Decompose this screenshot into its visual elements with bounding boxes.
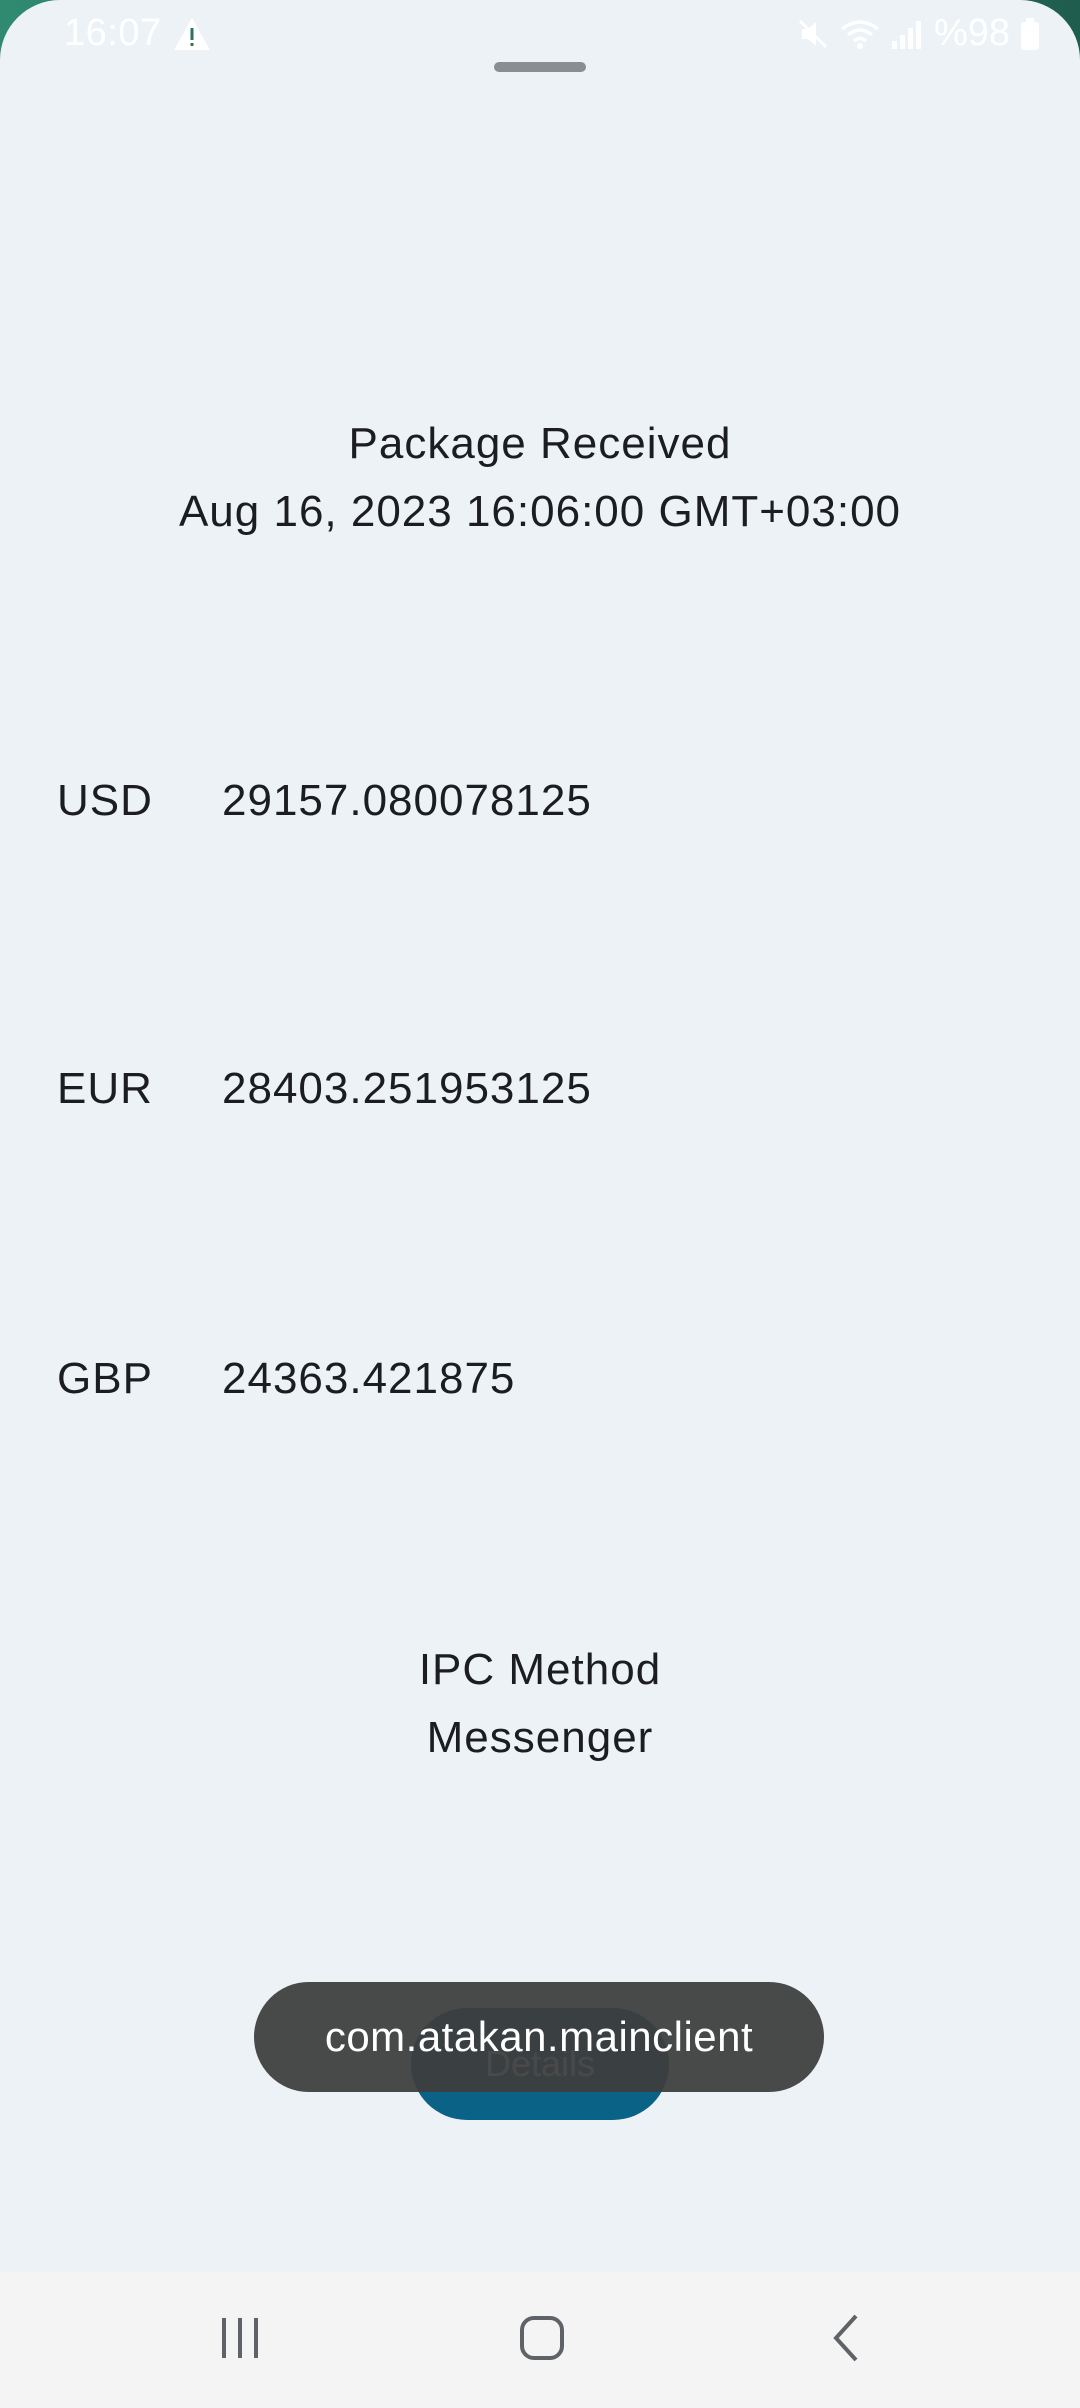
status-bar: 16:07 %98 (0, 0, 1080, 70)
wifi-icon (840, 17, 880, 51)
home-button[interactable] (482, 2300, 602, 2380)
bottom-sheet: Package Received Aug 16, 2023 16:06:00 G… (0, 0, 1080, 2272)
toast-message: com.atakan.mainclient (254, 1982, 824, 2092)
ipc-label: IPC Method (418, 1645, 662, 1694)
recent-apps-button[interactable] (180, 2300, 300, 2380)
toast-text: com.atakan.mainclient (324, 2013, 754, 2060)
rate-row-eur: EUR 28403.251953125 (57, 1064, 592, 1114)
ipc-info: IPC Method Messenger (0, 1636, 1080, 1772)
currency-code: EUR (57, 1064, 153, 1113)
signal-icon (890, 17, 924, 51)
home-icon (518, 2314, 566, 2367)
currency-code: USD (57, 776, 153, 825)
back-button[interactable] (786, 2300, 906, 2380)
currency-value: 29157.080078125 (222, 776, 592, 825)
rate-row-gbp: GBP 24363.421875 (57, 1354, 515, 1404)
currency-value: 24363.421875 (222, 1354, 516, 1403)
currency-code: GBP (57, 1354, 153, 1403)
status-time: 16:07 (64, 12, 162, 54)
system-nav-bar (0, 2272, 1080, 2408)
recent-apps-icon (218, 2316, 262, 2365)
battery-icon (1020, 17, 1040, 51)
package-header: Package Received Aug 16, 2023 16:06:00 G… (0, 410, 1080, 546)
package-timestamp: Aug 16, 2023 16:06:00 GMT+03:00 (178, 487, 902, 536)
status-icons: %98 (796, 12, 1040, 55)
back-icon (830, 2312, 862, 2369)
ipc-method: Messenger (426, 1713, 654, 1762)
battery-percent: %98 (933, 12, 1010, 54)
mute-icon (796, 17, 830, 51)
package-title: Package Received (348, 419, 732, 468)
currency-value: 28403.251953125 (222, 1064, 592, 1113)
rate-row-usd: USD 29157.080078125 (57, 776, 592, 826)
warning-icon (172, 16, 212, 52)
